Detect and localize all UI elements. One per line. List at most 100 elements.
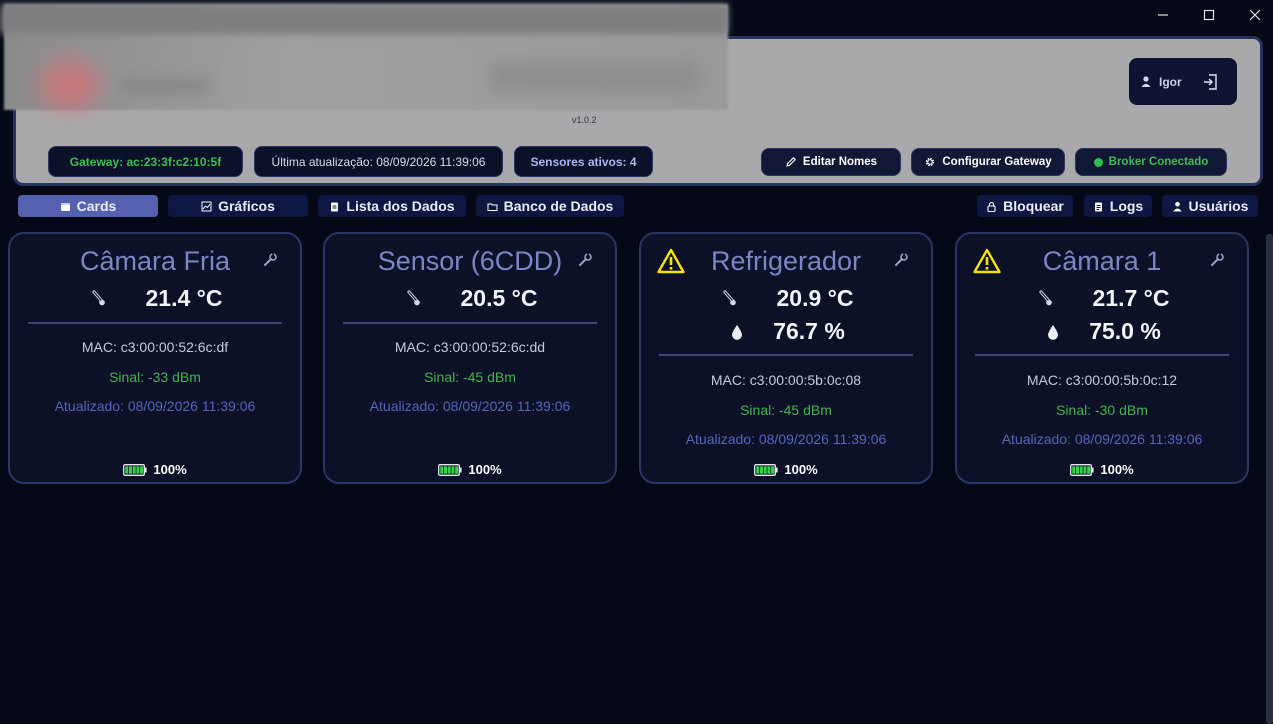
- gear-icon: [926, 157, 935, 167]
- status-dot-icon: [1093, 157, 1103, 167]
- sensor-card: Câmara Fria 21.4 °C MAC: c3:00:00:52:6c:…: [8, 232, 302, 484]
- card-divider: [28, 322, 282, 324]
- user-menu[interactable]: Igor: [1129, 58, 1237, 105]
- logout-button[interactable]: [1202, 73, 1220, 91]
- temperature-value: 21.7 °C: [1092, 285, 1170, 311]
- sensor-card: Sensor (6CDD) 20.5 °C MAC: c3:00:00:52:6…: [323, 232, 617, 484]
- sensor-card: Câmara 1 21.7 °C 75.0 % MAC: c3:00:00:5b…: [955, 232, 1249, 484]
- configure-gateway-button[interactable]: Configurar Gateway: [911, 148, 1065, 176]
- mac-address: MAC: c3:00:00:5b:0c:08: [710, 372, 862, 388]
- battery-segment: [1080, 465, 1084, 474]
- minimize-icon: [1158, 14, 1168, 16]
- sensor-name: Câmara 1: [1042, 246, 1162, 276]
- wrench-icon[interactable]: [893, 252, 909, 268]
- logs-label: Logs: [1109, 198, 1144, 214]
- configure-gateway-label: Configurar Gateway: [942, 156, 1052, 168]
- redacted-strip: [0, 4, 728, 34]
- tab-charts-label: Gráficos: [218, 198, 275, 214]
- sensor-card: Refrigerador 20.9 °C 76.7 % MAC: c3:00:0…: [639, 232, 933, 484]
- maximize-button[interactable]: [1194, 4, 1224, 26]
- battery-percent: 100%: [784, 462, 818, 477]
- edit-names-button[interactable]: Editar Nomes: [761, 148, 901, 176]
- battery-segment: [767, 465, 771, 474]
- wrench-icon[interactable]: [262, 252, 278, 268]
- humidity-value: 75.0 %: [1089, 318, 1161, 344]
- battery-segment: [1083, 465, 1087, 474]
- tab-charts[interactable]: Gráficos: [168, 195, 308, 217]
- battery-segment: [136, 465, 140, 474]
- temperature-reading: 20.9 °C: [641, 285, 931, 312]
- tab-database[interactable]: Banco de Dados: [476, 195, 624, 217]
- thermometer-icon: [1038, 289, 1052, 305]
- gateway-badge: Gateway: ac:23:3f:c2:10:5f: [48, 146, 243, 177]
- tab-cards[interactable]: Cards: [18, 195, 158, 217]
- signal-strength: Sinal: -45 dBm: [424, 369, 516, 385]
- temperature-value: 20.5 °C: [460, 285, 538, 311]
- updated-time: Atualizado: 08/09/2026 11:39:06: [54, 398, 256, 414]
- temperature-reading: 20.5 °C: [325, 285, 615, 312]
- battery-percent: 100%: [468, 462, 502, 477]
- signal-strength: Sinal: -33 dBm: [109, 369, 201, 385]
- battery-segment: [140, 465, 144, 474]
- battery-segment: [771, 465, 775, 474]
- minimize-button[interactable]: [1148, 4, 1178, 26]
- thermometer-icon: [406, 289, 420, 305]
- maximize-icon: [1203, 9, 1215, 21]
- battery-segment: [133, 465, 137, 474]
- active-sensors-badge: Sensores ativos: 4: [514, 146, 653, 177]
- sensor-name: Refrigerador: [710, 246, 862, 276]
- users-label: Usuários: [1188, 198, 1249, 214]
- sensor-name: Câmara Fria: [79, 246, 231, 276]
- battery-icon: [123, 463, 147, 476]
- redacted-app-title: [490, 62, 700, 92]
- battery-status: 100%: [325, 462, 615, 477]
- updated-time: Atualizado: 08/09/2026 11:39:06: [685, 431, 887, 447]
- clipboard-icon: [331, 202, 339, 211]
- tab-cards-label: Cards: [76, 198, 117, 214]
- droplet-icon: [732, 324, 743, 340]
- battery-status: 100%: [641, 462, 931, 477]
- battery-status: 100%: [957, 462, 1247, 477]
- temperature-reading: 21.4 °C: [10, 285, 300, 312]
- temperature-reading: 21.7 °C: [957, 285, 1247, 312]
- users-icon: [1172, 201, 1182, 211]
- tab-data-list[interactable]: Lista dos Dados: [318, 195, 466, 217]
- card-divider: [975, 354, 1229, 356]
- humidity-reading: 76.7 %: [641, 318, 931, 345]
- lock-label: Bloquear: [1003, 198, 1064, 214]
- sensor-name: Sensor (6CDD): [377, 246, 563, 276]
- chart-icon: [201, 201, 212, 211]
- scrollbar[interactable]: [1266, 234, 1273, 724]
- lock-button[interactable]: Bloquear: [977, 195, 1073, 217]
- temperature-value: 20.9 °C: [776, 285, 854, 311]
- logs-button[interactable]: Logs: [1084, 195, 1152, 217]
- broker-status-label: Broker Conectado: [1108, 156, 1209, 168]
- card-divider: [659, 354, 913, 356]
- battery-icon: [438, 463, 462, 476]
- user-name: Igor: [1159, 74, 1182, 89]
- updated-time: Atualizado: 08/09/2026 11:39:06: [369, 398, 571, 414]
- battery-segment: [455, 465, 459, 474]
- edit-names-label: Editar Nomes: [802, 156, 878, 168]
- temperature-value: 21.4 °C: [145, 285, 223, 311]
- users-button[interactable]: Usuários: [1162, 195, 1258, 217]
- wrench-icon[interactable]: [577, 252, 593, 268]
- droplet-icon: [1048, 324, 1059, 340]
- battery-segment: [444, 465, 448, 474]
- redacted-brand-text: [120, 78, 210, 94]
- card-divider: [343, 322, 597, 324]
- wrench-icon[interactable]: [1209, 252, 1225, 268]
- battery-icon: [754, 463, 778, 476]
- battery-percent: 100%: [1100, 462, 1134, 477]
- close-button[interactable]: [1240, 4, 1270, 26]
- battery-segment: [1087, 465, 1091, 474]
- tab-data-list-label: Lista dos Dados: [346, 198, 455, 214]
- battery-segment: [756, 465, 760, 474]
- battery-icon: [1070, 463, 1094, 476]
- cards-icon: [60, 202, 70, 211]
- battery-segment: [448, 465, 452, 474]
- battery-segment: [1072, 465, 1076, 474]
- battery-segment: [125, 465, 129, 474]
- folder-icon: [487, 203, 498, 211]
- battery-status: 100%: [10, 462, 300, 477]
